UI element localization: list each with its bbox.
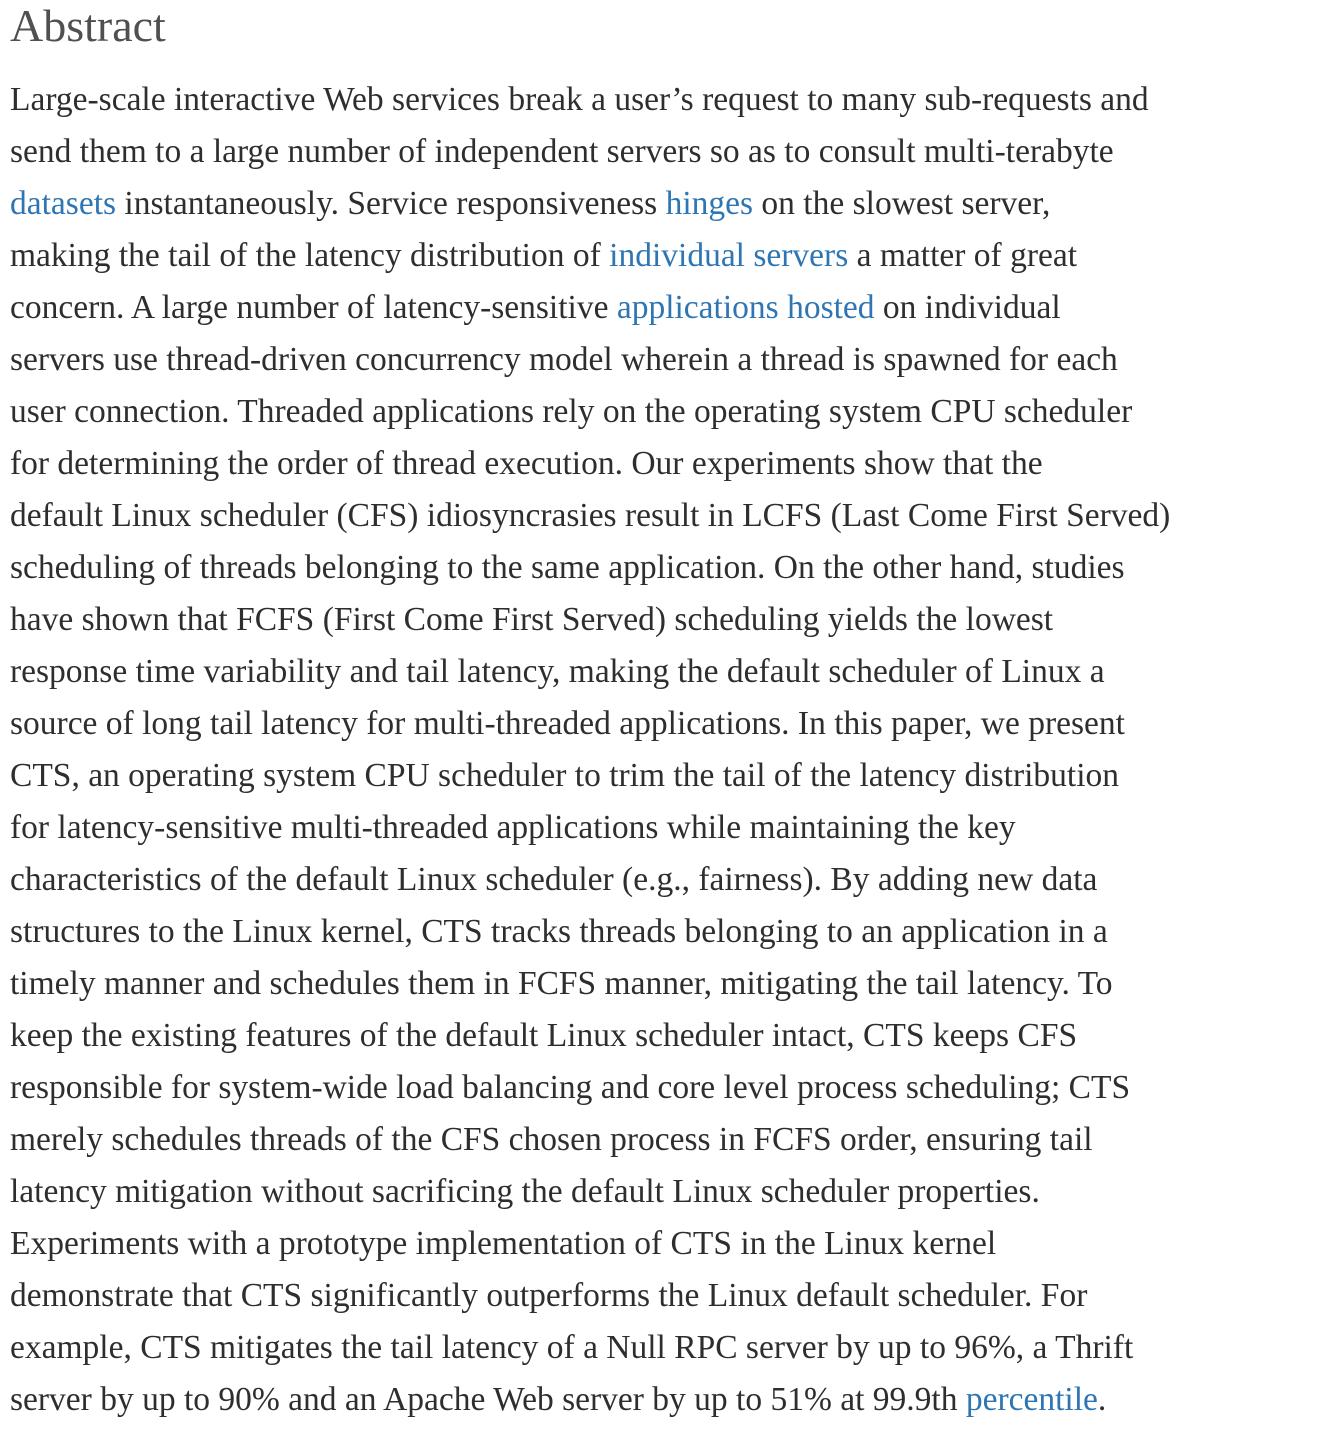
abstract-line: default Linux scheduler (CFS) idiosyncra… <box>10 490 1326 542</box>
text-run: demonstrate that CTS significantly outpe… <box>10 1277 1088 1314</box>
text-run: response time variability and tail laten… <box>10 653 1105 690</box>
link-individual-servers[interactable]: individual servers <box>609 237 848 274</box>
abstract-line: keep the existing features of the defaul… <box>10 1010 1326 1062</box>
text-run: structures to the Linux kernel, CTS trac… <box>10 913 1108 950</box>
text-run: making the tail of the latency distribut… <box>10 237 610 274</box>
abstract-line: for latency-sensitive multi-threaded app… <box>10 802 1326 854</box>
abstract-line: Large-scale interactive Web services bre… <box>10 74 1326 126</box>
abstract-line: demonstrate that CTS significantly outpe… <box>10 1270 1326 1322</box>
text-run: user connection. Threaded applications r… <box>10 393 1133 430</box>
text-run: Experiments with a prototype implementat… <box>10 1225 997 1262</box>
text-run: on individual <box>874 289 1061 326</box>
text-run: Large-scale interactive Web services bre… <box>10 81 1149 118</box>
text-run: keep the existing features of the defaul… <box>10 1017 1078 1054</box>
abstract-line: source of long tail latency for multi-th… <box>10 698 1326 750</box>
section-heading: Abstract <box>10 0 166 51</box>
link-datasets[interactable]: datasets <box>10 185 116 222</box>
abstract-line: latency mitigation without sacrificing t… <box>10 1166 1326 1218</box>
abstract-line: send them to a large number of independe… <box>10 126 1326 178</box>
text-run: characteristics of the default Linux sch… <box>10 861 1098 898</box>
text-run: have shown that FCFS (First Come First S… <box>10 601 1054 638</box>
text-run: CTS, an operating system CPU scheduler t… <box>10 757 1120 794</box>
link-hinges[interactable]: hinges <box>666 185 753 222</box>
abstract-paragraph: Large-scale interactive Web services bre… <box>10 74 1326 1426</box>
text-run: example, CTS mitigates the tail latency … <box>10 1329 1134 1366</box>
text-run: for latency-sensitive multi-threaded app… <box>10 809 1016 846</box>
abstract-line: making the tail of the latency distribut… <box>10 230 1326 282</box>
abstract-line: have shown that FCFS (First Come First S… <box>10 594 1326 646</box>
abstract-line: server by up to 90% and an Apache Web se… <box>10 1374 1326 1426</box>
text-run: on the slowest server, <box>753 185 1051 222</box>
text-run: server by up to 90% and an Apache Web se… <box>10 1381 966 1418</box>
text-run: source of long tail latency for multi-th… <box>10 705 1125 742</box>
text-run: for determining the order of thread exec… <box>10 445 1043 482</box>
text-run: concern. A large number of latency-sensi… <box>10 289 617 326</box>
abstract-line: datasets instantaneously. Service respon… <box>10 178 1326 230</box>
abstract-line: responsible for system-wide load balanci… <box>10 1062 1326 1114</box>
text-run: scheduling of threads belonging to the s… <box>10 549 1125 586</box>
text-run: timely manner and schedules them in FCFS… <box>10 965 1113 1002</box>
link-applications-hosted[interactable]: applications hosted <box>617 289 875 326</box>
abstract-line: servers use thread-driven concurrency mo… <box>10 334 1326 386</box>
text-run: latency mitigation without sacrificing t… <box>10 1173 1040 1210</box>
text-run: a matter of great <box>848 237 1078 274</box>
text-run: responsible for system-wide load balanci… <box>10 1069 1131 1106</box>
abstract-line: scheduling of threads belonging to the s… <box>10 542 1326 594</box>
abstract-line: Experiments with a prototype implementat… <box>10 1218 1326 1270</box>
text-run: servers use thread-driven concurrency mo… <box>10 341 1118 378</box>
text-run: instantaneously. Service responsiveness <box>116 185 666 222</box>
abstract-line: for determining the order of thread exec… <box>10 438 1326 490</box>
abstract-section: Abstract Large-scale interactive Web ser… <box>0 0 1326 1430</box>
abstract-line: response time variability and tail laten… <box>10 646 1326 698</box>
text-run: default Linux scheduler (CFS) idiosyncra… <box>10 497 1171 534</box>
abstract-line: characteristics of the default Linux sch… <box>10 854 1326 906</box>
abstract-line: structures to the Linux kernel, CTS trac… <box>10 906 1326 958</box>
abstract-line: user connection. Threaded applications r… <box>10 386 1326 438</box>
text-run: send them to a large number of independe… <box>10 133 1114 170</box>
abstract-line: timely manner and schedules them in FCFS… <box>10 958 1326 1010</box>
text-run: merely schedules threads of the CFS chos… <box>10 1121 1093 1158</box>
abstract-line: merely schedules threads of the CFS chos… <box>10 1114 1326 1166</box>
link-percentile[interactable]: percentile <box>966 1381 1098 1418</box>
abstract-line: CTS, an operating system CPU scheduler t… <box>10 750 1326 802</box>
text-run: . <box>1097 1381 1107 1418</box>
abstract-line: example, CTS mitigates the tail latency … <box>10 1322 1326 1374</box>
abstract-line: concern. A large number of latency-sensi… <box>10 282 1326 334</box>
